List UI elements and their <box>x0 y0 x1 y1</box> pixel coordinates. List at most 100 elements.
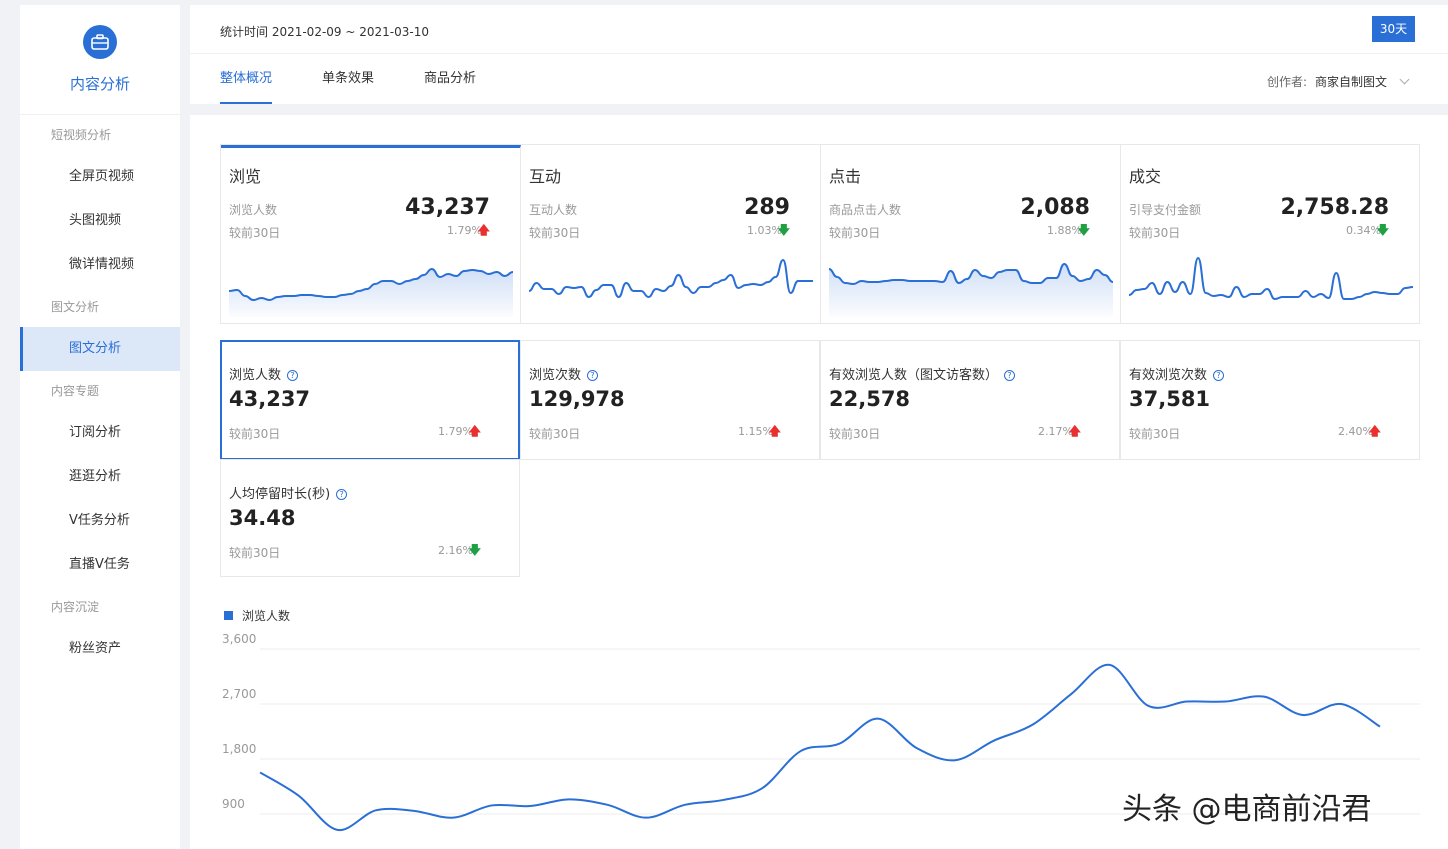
metric-title: 有效浏览人数（图文访客数）? <box>829 364 1016 383</box>
metric-title: 有效浏览次数? <box>1129 364 1225 383</box>
metric-value: 37,581 <box>1129 387 1211 411</box>
metric-compare: 较前30日 <box>229 427 281 441</box>
metric-value: 43,237 <box>229 387 311 411</box>
sparkline-line <box>1129 257 1413 301</box>
summary-card-value: 289 <box>744 195 790 220</box>
sparkline-area <box>829 264 1113 317</box>
summary-card-interact[interactable]: 互动 互动人数 289 较前30日 1.03% 🡇 <box>521 145 821 323</box>
sidebar-group-label: 图文分析 <box>51 300 100 314</box>
metric-card[interactable]: 有效浏览次数? 37,581 较前30日 2.40% 🡅 <box>1120 340 1420 460</box>
summary-card-value: 2,088 <box>1020 195 1090 220</box>
summary-card-subtitle: 互动人数 <box>529 203 578 217</box>
watermark-text: 头条 @电商前沿君 <box>1122 792 1372 827</box>
sidebar-item[interactable]: 图文分析 <box>20 327 180 371</box>
arrow-down-icon: 🡇 <box>1376 223 1389 237</box>
y-tick-label: 1,800 <box>222 742 256 756</box>
sparkline-area <box>229 269 513 317</box>
summary-card-subtitle: 引导支付金额 <box>1129 203 1202 217</box>
help-icon[interactable]: ? <box>1213 370 1225 381</box>
y-tick-label: 2,700 <box>222 687 256 701</box>
arrow-down-icon: 🡇 <box>1077 223 1090 237</box>
arrow-down-icon: 🡇 <box>777 223 790 237</box>
metric-compare: 较前30日 <box>829 427 881 441</box>
chart-legend[interactable]: 浏览人数 <box>224 607 290 624</box>
summary-card-browse[interactable]: 浏览 浏览人数 43,237 较前30日 1.79% 🡅 <box>221 145 521 323</box>
metric-title-text: 有效浏览次数 <box>1129 368 1208 383</box>
tab-product-analysis[interactable]: 商品分析 <box>424 54 476 104</box>
legend-label: 浏览人数 <box>242 609 291 623</box>
metric-card[interactable]: 人均停留时长(秒)? 34.48 较前30日 2.16% 🡇 <box>220 459 520 577</box>
help-icon[interactable]: ? <box>1004 370 1016 381</box>
sidebar-item[interactable]: 微详情视频 <box>20 243 180 287</box>
sidebar-item[interactable]: 订阅分析 <box>20 411 180 455</box>
sparkline-chart <box>1129 257 1413 301</box>
help-icon[interactable]: ? <box>587 370 599 381</box>
main-content: 浏览 浏览人数 43,237 较前30日 1.79% 🡅 互动 互动人数 289 较前30日 1.… <box>190 115 1448 849</box>
sidebar-item[interactable]: 直播V任务 <box>20 543 180 587</box>
arrow-up-icon: 🡅 <box>768 424 781 438</box>
summary-card-compare: 较前30日 <box>529 226 581 240</box>
metric-title-text: 有效浏览人数（图文访客数） <box>829 368 999 383</box>
metric-value: 34.48 <box>229 506 296 530</box>
metric-card[interactable]: 浏览次数? 129,978 较前30日 1.15% 🡅 <box>520 340 820 460</box>
stat-time-range: 统计时间 2021-02-09 ~ 2021-03-10 <box>220 25 429 39</box>
summary-card-compare: 较前30日 <box>229 226 281 240</box>
metric-title: 人均停留时长(秒)? <box>229 483 348 502</box>
help-icon[interactable]: ? <box>287 370 299 381</box>
metric-value: 129,978 <box>529 387 625 411</box>
creator-value: 商家自制图文 <box>1314 75 1387 89</box>
range-30-days-button[interactable]: 30天 <box>1372 16 1415 42</box>
tab-single-effect[interactable]: 单条效果 <box>322 54 374 104</box>
summary-card-compare: 较前30日 <box>829 226 881 240</box>
metric-title: 浏览人数? <box>229 364 299 383</box>
arrow-up-icon: 🡅 <box>1368 424 1381 438</box>
sidebar-item[interactable]: 头图视频 <box>20 199 180 243</box>
sidebar-item[interactable]: 逛逛分析 <box>20 455 180 499</box>
sparkline-chart <box>829 262 1113 317</box>
summary-card-value: 43,237 <box>405 195 490 220</box>
summary-card-click[interactable]: 点击 商品点击人数 2,088 较前30日 1.88% 🡇 <box>821 145 1121 323</box>
sidebar-group-label: 短视频分析 <box>51 128 112 142</box>
sidebar-item[interactable]: V任务分析 <box>20 499 180 543</box>
summary-card-compare: 较前30日 <box>1129 226 1181 240</box>
metric-title: 浏览次数? <box>529 364 599 383</box>
metric-card[interactable]: 有效浏览人数（图文访客数）? 22,578 较前30日 2.17% 🡅 <box>820 340 1120 460</box>
sidebar-group-label: 内容专题 <box>51 384 100 398</box>
briefcase-icon <box>83 25 117 59</box>
metric-title-text: 浏览人数 <box>229 368 282 383</box>
sidebar-nav: 短视频分析 全屏页视频 头图视频 微详情视频 图文分析 图文分析 内容专题 订阅分析 逛逛分析 V… <box>20 115 180 671</box>
summary-card-subtitle: 浏览人数 <box>229 203 278 217</box>
creator-select[interactable]: 创作者: 商家自制图文 <box>1266 73 1410 90</box>
creator-label: 创作者: <box>1266 75 1307 89</box>
sidebar-header: 内容分析 <box>20 5 180 115</box>
tab-bar: 整体概况 单条效果 商品分析 <box>220 54 526 104</box>
summary-cards: 浏览 浏览人数 43,237 较前30日 1.79% 🡅 互动 互动人数 289 较前30日 1.… <box>220 144 1420 324</box>
arrow-up-icon: 🡅 <box>468 424 481 438</box>
metric-card[interactable]: 浏览人数? 43,237 较前30日 1.79% 🡅 <box>220 340 520 460</box>
y-tick-label: 900 <box>222 797 245 811</box>
help-icon[interactable]: ? <box>336 489 348 500</box>
sparkline-chart <box>229 267 513 317</box>
summary-card-subtitle: 商品点击人数 <box>829 203 902 217</box>
sidebar: 内容分析 短视频分析 全屏页视频 头图视频 微详情视频 图文分析 图文分析 内容专题 订阅分析… <box>20 5 180 849</box>
header: 统计时间 2021-02-09 ~ 2021-03-10 30天 整体概况 单条… <box>190 5 1448 104</box>
summary-card-title: 浏览 <box>229 167 262 186</box>
metric-compare: 较前30日 <box>1129 427 1181 441</box>
sidebar-title: 内容分析 <box>69 75 130 93</box>
metric-compare: 较前30日 <box>529 427 581 441</box>
sidebar-item[interactable]: 全屏页视频 <box>20 155 180 199</box>
legend-swatch <box>224 611 233 620</box>
tab-overview[interactable]: 整体概况 <box>220 54 273 104</box>
metric-compare: 较前30日 <box>229 546 281 560</box>
sparkline-chart <box>529 258 813 299</box>
metric-title-text: 人均停留时长(秒) <box>229 487 331 502</box>
metric-title-text: 浏览次数 <box>529 368 582 383</box>
arrow-up-icon: 🡅 <box>477 223 490 237</box>
sidebar-group-label: 内容沉淀 <box>51 600 100 614</box>
sidebar-item[interactable]: 粉丝资产 <box>20 627 180 671</box>
summary-card-title: 互动 <box>529 167 562 186</box>
summary-card-title: 点击 <box>829 167 862 186</box>
y-tick-label: 3,600 <box>222 632 256 646</box>
metric-value: 22,578 <box>829 387 911 411</box>
summary-card-deal[interactable]: 成交 引导支付金额 2,758.28 较前30日 0.34% 🡇 <box>1121 145 1419 323</box>
